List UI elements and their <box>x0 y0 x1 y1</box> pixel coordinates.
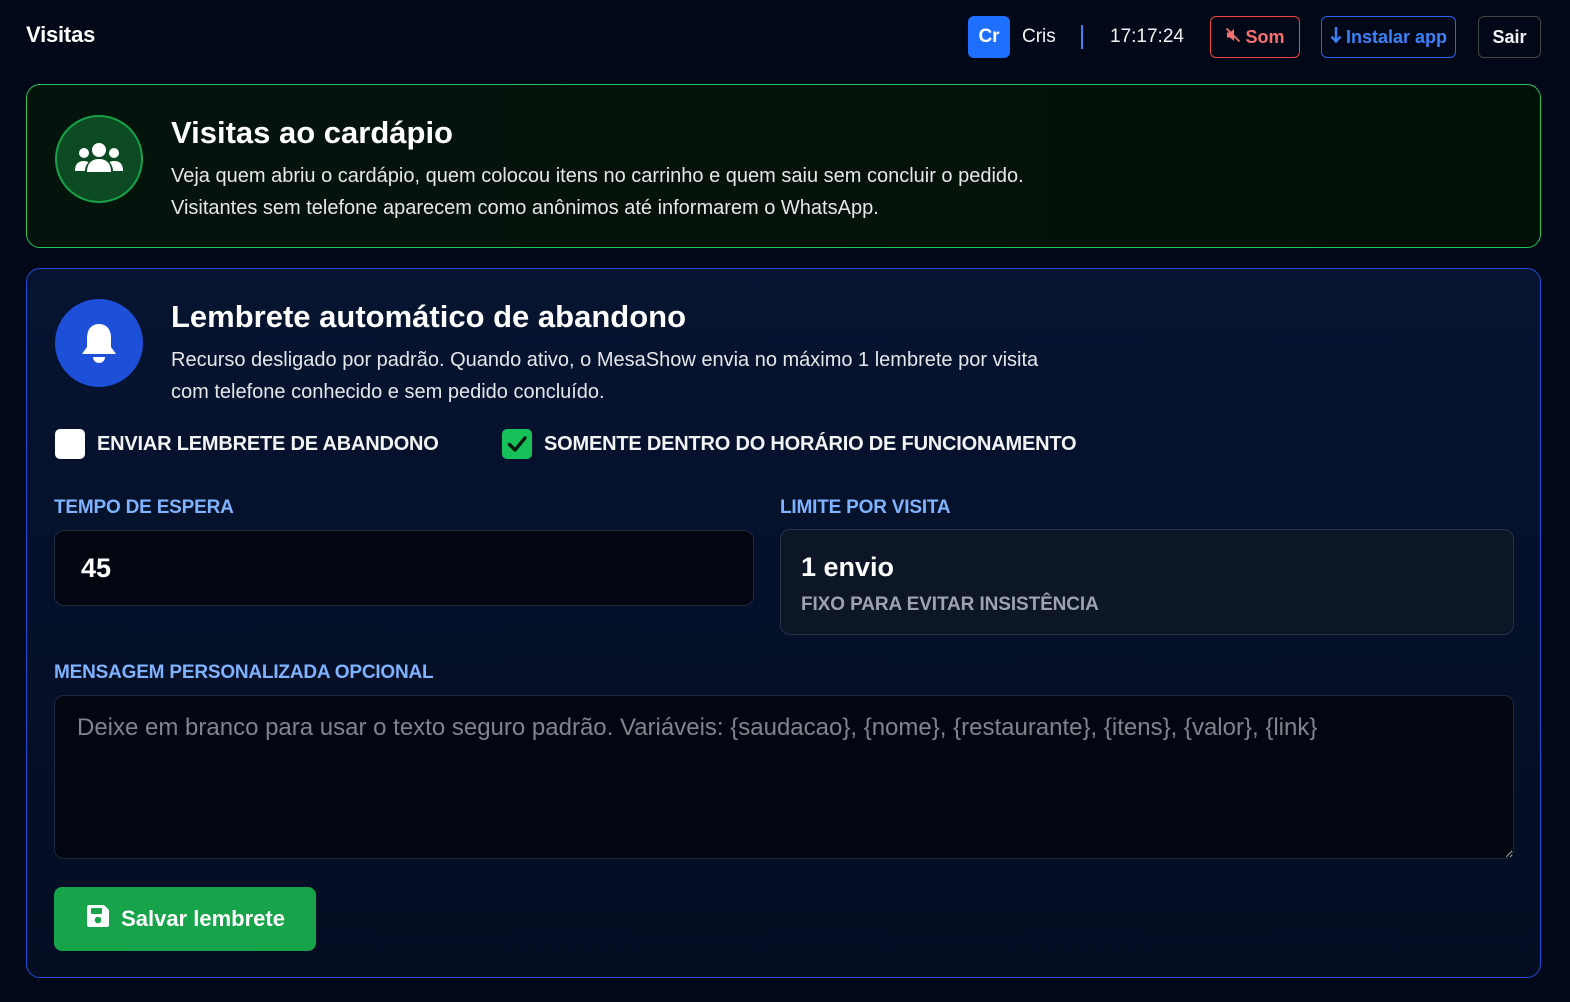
business-hours-label: SOMENTE DENTRO DO HORÁRIO DE FUNCIONAMEN… <box>544 432 1077 455</box>
visits-info-card: Visitas ao cardápio Veja quem abriu o ca… <box>26 84 1541 248</box>
sound-toggle-label: Som <box>1245 26 1285 47</box>
avatar[interactable]: Cr <box>968 16 1010 58</box>
visits-card-desc-line1: Veja quem abriu o cardápio, quem colocou… <box>171 165 1024 187</box>
sound-off-icon <box>1225 27 1241 48</box>
bell-icon <box>55 299 143 387</box>
install-app-button[interactable]: Instalar app <box>1321 16 1456 58</box>
sound-toggle-button[interactable]: Som <box>1210 16 1300 58</box>
save-reminder-button[interactable]: Salvar lembrete <box>54 887 316 951</box>
business-hours-checkbox[interactable] <box>502 429 532 459</box>
reminder-card-desc-line2: com telefone conhecido e sem pedido conc… <box>171 381 605 403</box>
custom-message-textarea[interactable] <box>54 695 1514 859</box>
header-divider <box>1081 25 1083 49</box>
visits-card-title: Visitas ao cardápio <box>171 115 453 150</box>
limit-note: FIXO PARA EVITAR INSISTÊNCIA <box>801 594 1099 615</box>
limit-label: LIMITE POR VISITA <box>780 497 951 518</box>
reminder-card-desc-line1: Recurso desligado por padrão. Quando ati… <box>171 349 1039 371</box>
page-title: Visitas <box>26 22 96 47</box>
business-hours-option[interactable]: SOMENTE DENTRO DO HORÁRIO DE FUNCIONAMEN… <box>502 429 1077 459</box>
checkmark-icon <box>507 436 527 452</box>
clock: 17:17:24 <box>1110 26 1184 47</box>
install-app-label: Instalar app <box>1345 26 1448 47</box>
logout-button[interactable]: Sair <box>1478 16 1541 58</box>
top-bar: Visitas Cr Cris 17:17:24 Som Instalar ap… <box>0 0 1570 74</box>
wait-time-input[interactable]: 45 <box>54 530 754 606</box>
reminder-card-title: Lembrete automático de abandono <box>171 299 687 334</box>
user-name: Cris <box>1022 26 1056 47</box>
limit-value: 1 envio <box>801 552 895 582</box>
send-reminder-option[interactable]: ENVIAR LEMBRETE DE ABANDONO <box>55 429 439 459</box>
send-reminder-checkbox[interactable] <box>55 429 85 459</box>
wait-time-label: TEMPO DE ESPERA <box>54 497 234 518</box>
limit-box: 1 envio FIXO PARA EVITAR INSISTÊNCIA <box>780 529 1514 635</box>
message-label: MENSAGEM PERSONALIZADA OPCIONAL <box>54 662 434 683</box>
send-reminder-label: ENVIAR LEMBRETE DE ABANDONO <box>97 432 439 455</box>
visits-card-desc-line2: Visitantes sem telefone aparecem como an… <box>171 197 879 219</box>
abandon-reminder-card: Lembrete automático de abandono Recurso … <box>26 268 1541 978</box>
download-icon <box>1330 26 1342 49</box>
users-icon <box>55 115 143 203</box>
floppy-disk-icon <box>85 903 111 935</box>
save-reminder-label: Salvar lembrete <box>121 906 285 931</box>
